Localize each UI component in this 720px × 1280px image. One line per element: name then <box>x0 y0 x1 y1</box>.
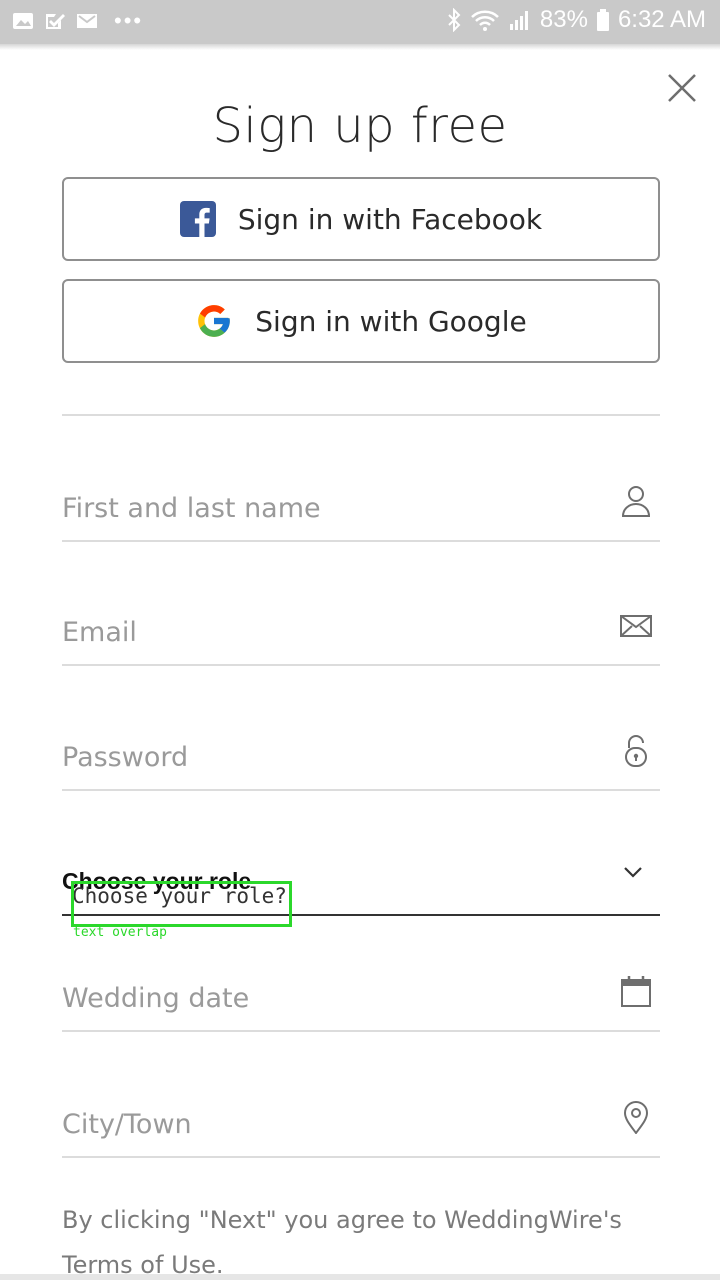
password-placeholder: Password <box>62 742 189 773</box>
mail-icon <box>77 14 97 28</box>
facebook-icon <box>179 201 216 237</box>
envelope-icon <box>620 615 652 637</box>
user-icon <box>621 486 651 517</box>
overlap-highlight-box <box>71 881 292 927</box>
google-signin-button[interactable]: Sign in with Google <box>62 279 660 363</box>
name-placeholder: First and last name <box>62 493 321 524</box>
bluetooth-icon <box>448 8 461 32</box>
page-title: Sign up free <box>212 98 508 154</box>
wifi-icon <box>471 10 499 31</box>
email-field[interactable]: Email <box>62 596 660 666</box>
clock: 6:32 AM <box>617 6 706 33</box>
signal-icon <box>509 11 528 30</box>
email-placeholder: Email <box>62 617 137 648</box>
battery-icon <box>596 9 609 31</box>
lock-icon <box>625 735 647 767</box>
overlap-annotation: text overlap <box>73 925 167 940</box>
wedding-date-field[interactable]: Wedding date <box>62 962 660 1032</box>
terms-text: By clicking "Next" you agree to WeddingW… <box>62 1206 622 1234</box>
bottom-edge <box>0 1274 720 1280</box>
status-bar: ••• 83% 6:32 AM <box>0 0 720 44</box>
battery-percent: 83% <box>539 6 588 33</box>
system-icons: 83% 6:32 AM <box>446 6 706 34</box>
gallery-icon <box>13 13 33 29</box>
wedding-date-placeholder: Wedding date <box>62 983 250 1014</box>
more-notifications-icon: ••• <box>114 8 144 33</box>
location-pin-icon <box>623 1101 649 1134</box>
city-field[interactable]: City/Town <box>62 1088 660 1158</box>
password-field[interactable]: Password <box>62 721 660 791</box>
chevron-down-icon <box>624 867 642 878</box>
terms-notice: By clicking "Next" you agree to WeddingW… <box>62 1198 662 1280</box>
task-check-icon <box>46 14 65 29</box>
city-placeholder: City/Town <box>62 1109 192 1140</box>
divider <box>62 414 660 416</box>
calendar-icon <box>621 976 651 1007</box>
google-signin-label: Sign in with Google <box>255 304 527 338</box>
facebook-signin-label: Sign in with Facebook <box>237 202 543 236</box>
notification-icons: ••• <box>12 8 143 34</box>
status-bar-shadow <box>0 44 720 50</box>
facebook-signin-button[interactable]: Sign in with Facebook <box>62 177 660 261</box>
name-field[interactable]: First and last name <box>62 472 660 542</box>
google-icon <box>198 305 231 337</box>
